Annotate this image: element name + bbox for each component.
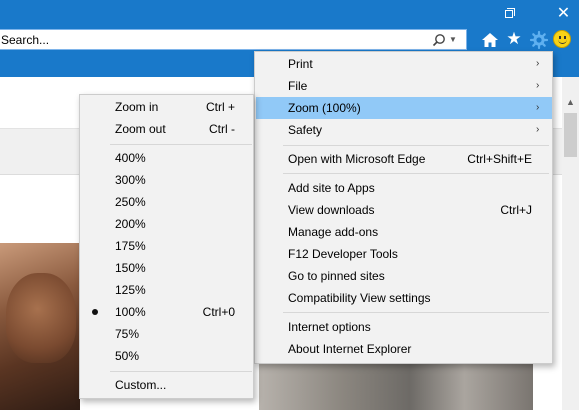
- menu-item-label: Zoom (100%): [288, 101, 361, 115]
- menu-item-shortcut: Ctrl+Shift+E: [467, 152, 532, 166]
- submenu-arrow-icon: ›: [536, 80, 540, 91]
- selected-bullet-icon: [92, 309, 98, 315]
- vertical-scrollbar[interactable]: ▲: [562, 77, 579, 410]
- menu-item-zoom-300[interactable]: 300%: [81, 169, 253, 191]
- menu-item-label: 400%: [115, 151, 146, 165]
- menu-item-label: Manage add-ons: [288, 225, 379, 239]
- menu-item-label: File: [288, 79, 308, 93]
- menu-item-open-with-edge[interactable]: Open with Microsoft Edge Ctrl+Shift+E: [256, 148, 552, 170]
- restore-icon: [505, 10, 513, 18]
- menu-item-label: 50%: [115, 349, 140, 363]
- menu-item-label: F12 Developer Tools: [288, 247, 398, 261]
- menu-item-shortcut: Ctrl+J: [500, 203, 532, 217]
- menu-item-zoom-100[interactable]: 100% Ctrl+0: [81, 301, 253, 323]
- window-title-bar: ✕: [0, 0, 579, 28]
- menu-item-shortcut: Ctrl -: [209, 122, 235, 136]
- address-input[interactable]: Search...: [1, 33, 49, 47]
- menu-item-zoom-150[interactable]: 150%: [81, 257, 253, 279]
- menu-item-f12-developer-tools[interactable]: F12 Developer Tools: [256, 243, 552, 265]
- menu-item-shortcut: Ctrl +: [205, 100, 235, 114]
- menu-item-label: Compatibility View settings: [288, 291, 431, 305]
- address-toolbar: Search... ▼ ★: [0, 28, 579, 52]
- submenu-arrow-icon: ›: [536, 124, 540, 135]
- menu-item-zoom-75[interactable]: 75%: [81, 323, 253, 345]
- menu-item-label: 150%: [115, 261, 146, 275]
- menu-item-view-downloads[interactable]: View downloads Ctrl+J: [256, 199, 552, 221]
- menu-item-label: 175%: [115, 239, 146, 253]
- smiley-mouth: [558, 39, 567, 44]
- address-bar[interactable]: Search... ▼: [0, 29, 467, 50]
- menu-item-label: 75%: [115, 327, 140, 341]
- menu-item-internet-options[interactable]: Internet options: [256, 316, 552, 338]
- menu-item-zoom-custom[interactable]: Custom...: [81, 374, 253, 396]
- page-photo-thumbnail[interactable]: [259, 359, 533, 410]
- favorites-star-icon[interactable]: ★: [504, 29, 524, 49]
- tools-menu: Print › File › Zoom (100%) › Safety › Op…: [254, 51, 553, 364]
- menu-item-label: 200%: [115, 217, 146, 231]
- menu-item-label: 250%: [115, 195, 146, 209]
- scrollbar-thumb[interactable]: [564, 113, 577, 157]
- search-icon[interactable]: [432, 33, 446, 47]
- menu-item-label: About Internet Explorer: [288, 342, 412, 356]
- tools-gear-icon[interactable]: [529, 30, 549, 50]
- menu-item-label: Zoom in: [115, 100, 159, 114]
- menu-item-label: Custom...: [115, 378, 167, 392]
- address-dropdown-icon[interactable]: ▼: [449, 33, 457, 47]
- menu-item-zoom-50[interactable]: 50%: [81, 345, 253, 367]
- menu-item-zoom-in[interactable]: Zoom in Ctrl +: [81, 96, 253, 118]
- scroll-up-arrow-icon[interactable]: ▲: [562, 94, 579, 111]
- menu-item-zoom-200[interactable]: 200%: [81, 213, 253, 235]
- feedback-smiley-icon[interactable]: [553, 30, 571, 48]
- menu-item-label: Go to pinned sites: [288, 269, 385, 283]
- menu-item-label: Add site to Apps: [288, 181, 375, 195]
- menu-item-label: Zoom out: [115, 122, 166, 136]
- close-window-button[interactable]: ✕: [548, 4, 579, 24]
- menu-item-about-internet-explorer[interactable]: About Internet Explorer: [256, 338, 552, 360]
- menu-item-label: Print: [288, 57, 313, 71]
- menu-item-label: Internet options: [288, 320, 371, 334]
- restore-window-button[interactable]: [496, 4, 520, 24]
- menu-item-label: View downloads: [288, 203, 375, 217]
- menu-separator: [283, 145, 549, 146]
- menu-separator: [283, 173, 549, 174]
- menu-item-label: 100%: [115, 305, 146, 319]
- menu-item-zoom-out[interactable]: Zoom out Ctrl -: [81, 118, 253, 140]
- page-photo-portrait[interactable]: [0, 243, 80, 410]
- menu-item-label: 125%: [115, 283, 146, 297]
- menu-item-label: 300%: [115, 173, 146, 187]
- menu-item-zoom-125[interactable]: 125%: [81, 279, 253, 301]
- menu-item-zoom-175[interactable]: 175%: [81, 235, 253, 257]
- menu-item-label: Safety: [288, 123, 323, 137]
- menu-item-compatibility-view-settings[interactable]: Compatibility View settings: [256, 287, 552, 309]
- menu-item-safety[interactable]: Safety ›: [256, 119, 552, 141]
- menu-separator: [110, 371, 252, 372]
- photo-face-shape: [6, 273, 76, 363]
- menu-item-go-to-pinned-sites[interactable]: Go to pinned sites: [256, 265, 552, 287]
- menu-item-manage-add-ons[interactable]: Manage add-ons: [256, 221, 552, 243]
- menu-item-label: Open with Microsoft Edge: [288, 152, 426, 166]
- menu-item-print[interactable]: Print ›: [256, 53, 552, 75]
- menu-separator: [110, 144, 252, 145]
- menu-item-zoom-250[interactable]: 250%: [81, 191, 253, 213]
- submenu-arrow-icon: ›: [536, 102, 540, 113]
- menu-item-add-site-to-apps[interactable]: Add site to Apps: [256, 177, 552, 199]
- zoom-submenu: Zoom in Ctrl + Zoom out Ctrl - 400% 300%…: [79, 94, 254, 399]
- menu-item-zoom[interactable]: Zoom (100%) ›: [256, 97, 552, 119]
- menu-item-shortcut: Ctrl+0: [202, 305, 235, 319]
- menu-item-file[interactable]: File ›: [256, 75, 552, 97]
- home-icon[interactable]: [480, 30, 500, 50]
- menu-separator: [283, 312, 549, 313]
- submenu-arrow-icon: ›: [536, 58, 540, 69]
- menu-item-zoom-400[interactable]: 400%: [81, 147, 253, 169]
